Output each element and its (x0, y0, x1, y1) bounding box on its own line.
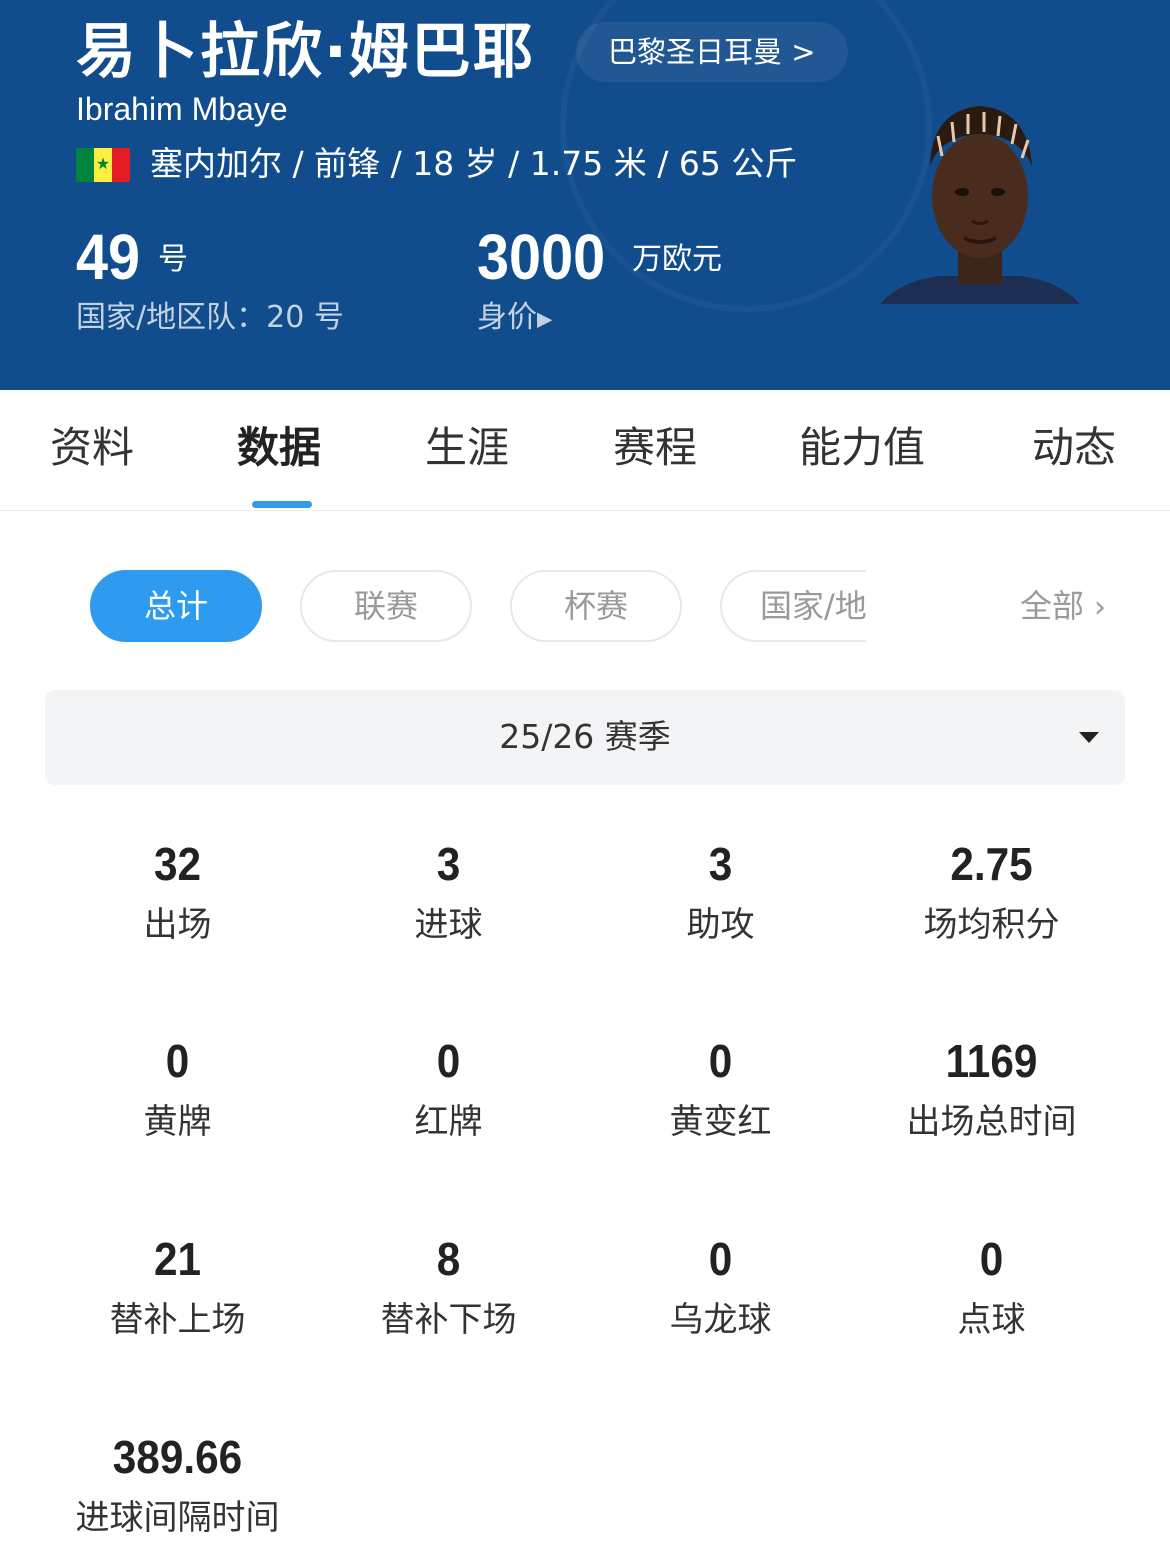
club-link[interactable]: 巴黎圣日耳曼 > (576, 22, 848, 82)
market-value-link[interactable]: 身价▶ (477, 298, 552, 339)
national-team-number: 国家/地区队：20 号 (76, 300, 344, 335)
stat-value: 32 (153, 838, 202, 890)
tab-career[interactable]: 生涯 (425, 420, 509, 476)
stat-value: 389.66 (112, 1431, 243, 1483)
season-selected: 25/26 赛季 (499, 717, 671, 756)
stat-value: 3 (436, 838, 461, 890)
stat-goals: 3 进球 (313, 836, 584, 948)
stat-value: 2.75 (950, 838, 1033, 890)
tab-stats[interactable]: 数据 (237, 420, 321, 476)
stat-label: 场均积分 (923, 905, 1060, 945)
tab-ability[interactable]: 能力值 (799, 420, 925, 476)
caret-down-icon (1079, 732, 1099, 743)
stat-label: 替补下场 (380, 1300, 517, 1340)
stat-label: 黄牌 (143, 1102, 212, 1142)
player-info: 塞内加尔 / 前锋 / 18 岁 / 1.75 米 / 65 公斤 (150, 144, 798, 183)
stat-goal-interval: 389.66 进球间隔时间 (42, 1429, 313, 1541)
stat-own-goals: 0 乌龙球 (585, 1231, 856, 1343)
stat-value: 21 (153, 1233, 202, 1285)
tab-schedule[interactable]: 赛程 (613, 420, 697, 476)
shirt-number-unit: 号 (158, 242, 188, 277)
stat-label: 出场总时间 (906, 1102, 1077, 1142)
triangle-right-icon: ▶ (537, 306, 553, 331)
active-tab-indicator (252, 501, 312, 508)
stat-label: 点球 (957, 1300, 1026, 1340)
stat-penalties: 0 点球 (856, 1231, 1127, 1343)
tab-news[interactable]: 动态 (1032, 420, 1116, 476)
stat-label: 助攻 (686, 905, 755, 945)
stat-label: 进球间隔时间 (75, 1498, 280, 1538)
filter-total[interactable]: 总计 (90, 570, 262, 642)
stat-label: 出场 (143, 905, 212, 945)
player-header: 易卜拉欣·姆巴耶 巴黎圣日耳曼 > Ibrahim Mbaye ★ 塞内加尔 /… (0, 0, 1170, 390)
stat-second-yellow: 0 黄变红 (585, 1033, 856, 1145)
stat-value: 8 (436, 1233, 461, 1285)
stat-minutes-played: 1169 出场总时间 (856, 1033, 1127, 1145)
season-select[interactable]: 25/26 赛季 (45, 690, 1125, 785)
stat-value: 0 (708, 1035, 733, 1087)
filter-cup[interactable]: 杯赛 (510, 570, 682, 642)
stat-red-cards: 0 红牌 (313, 1033, 584, 1145)
stat-value: 3 (708, 838, 733, 890)
tab-bar: 资料 数据 生涯 赛程 能力值 动态 (0, 390, 1170, 511)
player-name-cn: 易卜拉欣·姆巴耶 (76, 17, 535, 87)
filter-national[interactable]: 国家/地 (720, 570, 866, 642)
stat-label: 黄变红 (669, 1102, 772, 1142)
stat-value: 0 (436, 1035, 461, 1087)
stat-assists: 3 助攻 (585, 836, 856, 948)
senegal-flag-icon: ★ (76, 148, 130, 182)
tab-profile[interactable]: 资料 (50, 420, 134, 476)
shirt-number: 49 (76, 221, 141, 293)
filter-all-label: 全部 (1020, 587, 1085, 625)
stat-label: 乌龙球 (669, 1300, 772, 1340)
stat-sub-off: 8 替补下场 (313, 1231, 584, 1343)
stat-label: 进球 (414, 905, 483, 945)
stat-value: 1169 (945, 1035, 1038, 1087)
stat-yellow-cards: 0 黄牌 (42, 1033, 313, 1145)
chevron-right-icon: › (1094, 590, 1107, 625)
stat-value: 0 (165, 1035, 190, 1087)
filter-all-link[interactable]: 全部 › (1020, 584, 1106, 630)
market-value: 3000 (477, 221, 606, 293)
stat-points-per-game: 2.75 场均积分 (856, 836, 1127, 948)
market-value-label: 身价 (477, 300, 537, 335)
player-name-en: Ibrahim Mbaye (76, 91, 288, 127)
stat-sub-on: 21 替补上场 (42, 1231, 313, 1343)
stat-label: 替补上场 (109, 1300, 246, 1340)
filter-league[interactable]: 联赛 (300, 570, 472, 642)
stat-value: 0 (979, 1233, 1004, 1285)
stat-label: 红牌 (414, 1102, 483, 1142)
player-avatar (880, 106, 1080, 304)
market-value-unit: 万欧元 (632, 242, 722, 277)
stat-value: 0 (708, 1233, 733, 1285)
stat-appearances: 32 出场 (42, 836, 313, 948)
